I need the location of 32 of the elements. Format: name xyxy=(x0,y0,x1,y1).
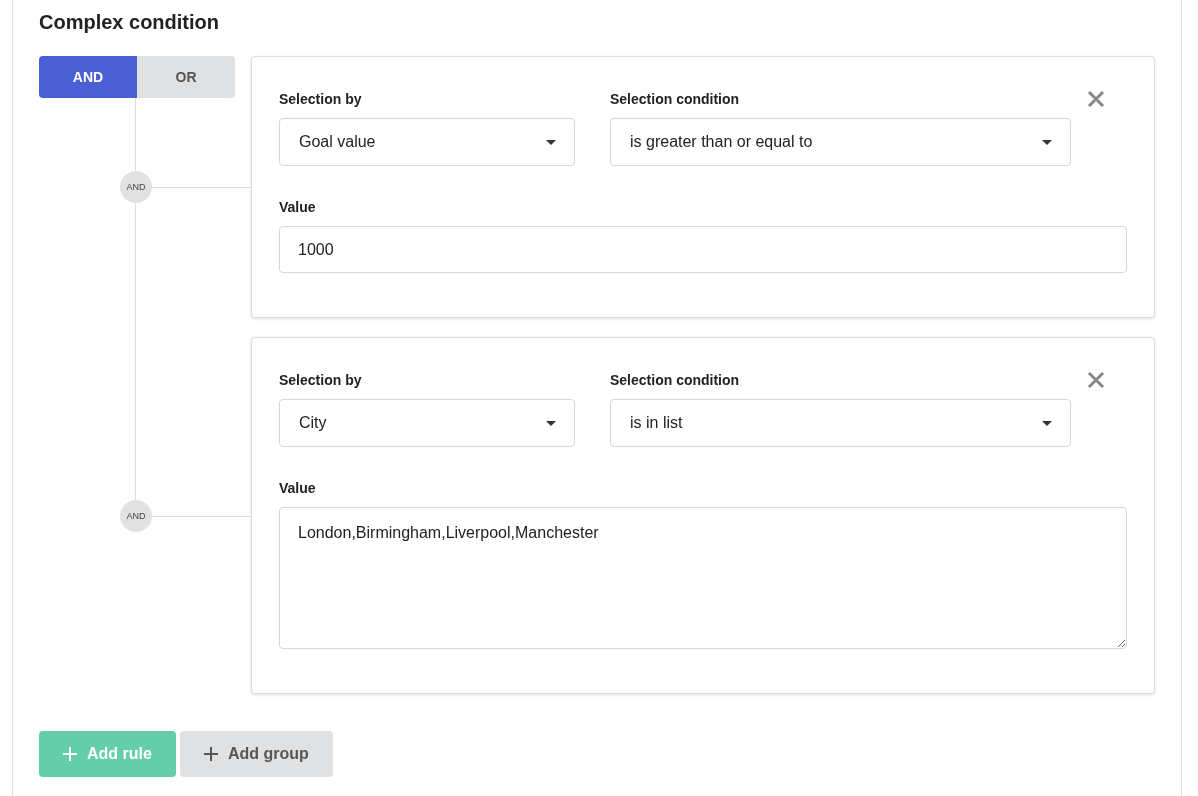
caret-icon xyxy=(1042,420,1052,426)
dropdown-value: is greater than or equal to xyxy=(630,133,814,151)
dropdown-value: Goal value xyxy=(299,133,377,151)
dropdown-value: is in list xyxy=(630,414,684,432)
close-button[interactable] xyxy=(1087,90,1105,108)
dropdown[interactable]: is in list xyxy=(610,399,1071,447)
plus-icon xyxy=(63,747,77,761)
operator-tab[interactable]: OR xyxy=(137,56,235,98)
field-label: Selection by xyxy=(279,371,363,389)
close-icon xyxy=(1087,90,1105,108)
dropdown-value: City xyxy=(299,414,328,432)
section-title: Complex condition xyxy=(39,10,220,34)
close-button[interactable] xyxy=(1087,371,1105,389)
connector-label: AND xyxy=(120,171,152,203)
operator-tab[interactable]: AND xyxy=(39,56,137,98)
field-label: Value xyxy=(279,198,317,216)
dropdown[interactable]: Goal value xyxy=(279,118,575,166)
add-group-button[interactable]: Add group xyxy=(179,731,333,777)
input-field[interactable]: 1000 xyxy=(279,226,1127,273)
caret-icon xyxy=(1042,139,1052,145)
field-label: Value xyxy=(279,479,317,497)
plus-icon xyxy=(203,747,218,761)
field-label: Selection condition xyxy=(610,90,741,108)
caret-icon xyxy=(546,420,556,426)
field-label: Selection condition xyxy=(610,371,741,389)
dropdown[interactable]: is greater than or equal to xyxy=(610,118,1071,166)
connector-label: AND xyxy=(120,499,152,532)
field-label: Selection by xyxy=(279,90,363,108)
dropdown[interactable]: City xyxy=(279,399,575,447)
close-icon xyxy=(1087,371,1105,389)
caret-icon xyxy=(546,139,556,145)
text-area[interactable]: London,Birmingham,Liverpool,Manchester xyxy=(279,507,1127,649)
